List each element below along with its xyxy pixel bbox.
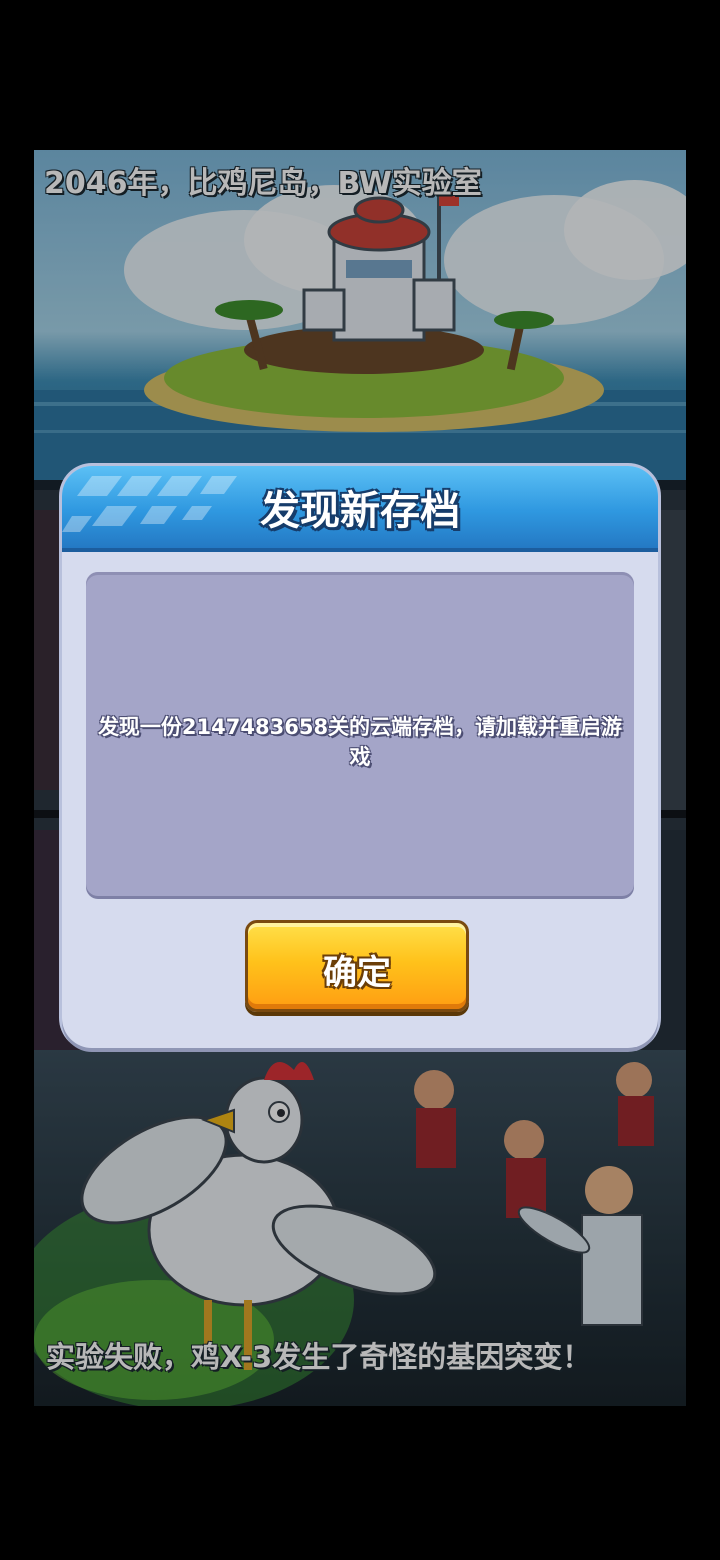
message-text: 发现一份2147483658关的云端存档，请加载并重启游戏: [97, 715, 623, 769]
game-screen: 2046年，比鸡尼岛，BW实验室 实验失败，鸡X-3发生了奇怪的基因突变！ 发现…: [0, 0, 720, 1560]
confirm-button[interactable]: 确定: [245, 920, 469, 1012]
dialog-title: 发现新存档: [260, 488, 460, 534]
confirm-button-label: 确定: [323, 953, 391, 993]
message-box: 发现一份2147483658关的云端存档，请加载并重启游戏: [86, 572, 634, 896]
dialog-header: 发现新存档: [62, 466, 658, 552]
new-save-dialog: 发现新存档 发现一份2147483658关的云端存档，请加载并重启游戏 确定: [62, 466, 658, 1048]
